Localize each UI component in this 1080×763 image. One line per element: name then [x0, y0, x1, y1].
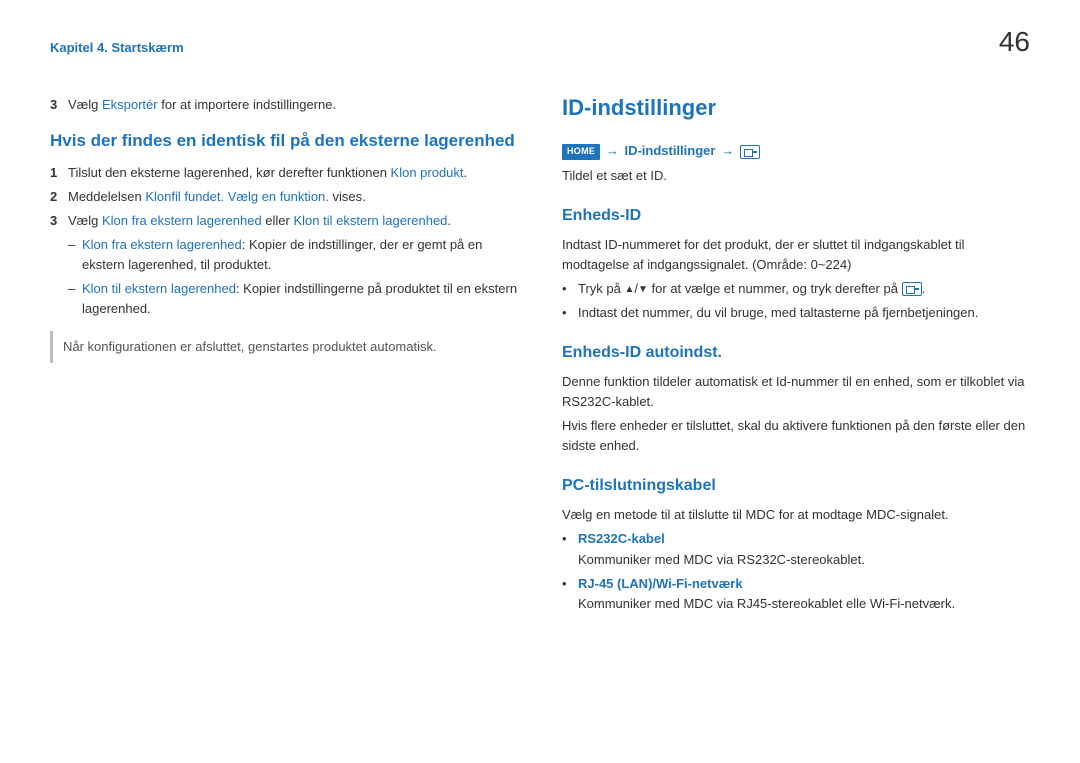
subheading-identical-file: Hvis der findes en identisk fil på den e… [50, 128, 518, 154]
chapter-label: Kapitel 4. Startskærm [50, 20, 184, 58]
link-eksporter: Eksportér [102, 97, 158, 112]
select-remote-icon [740, 145, 760, 159]
text: for at importere indstillingerne. [158, 97, 336, 112]
page-number: 46 [999, 20, 1030, 63]
heading-id-indstillinger: ID-indstillinger [562, 91, 1030, 125]
step-number: 2 [50, 187, 68, 207]
bullet-number-keys: • Indtast det nummer, du vil bruge, med … [562, 303, 1030, 323]
bullet-body: RS232C-kabel Kommuniker med MDC via RS23… [578, 529, 1030, 569]
paragraph: Hvis flere enheder er tilsluttet, skal d… [562, 416, 1030, 456]
option-desc: Kommuniker med MDC via RS232C-stereokabl… [578, 552, 865, 567]
note-autorestart: Når konfigurationen er afsluttet, gensta… [50, 331, 518, 363]
text: . [464, 165, 468, 180]
bullet-rj45: • RJ-45 (LAN)/Wi-Fi-netværk Kommuniker m… [562, 574, 1030, 614]
step-number: 1 [50, 163, 68, 183]
paragraph: Vælg en metode til at tilslutte til MDC … [562, 505, 1030, 525]
bullet-body: Tryk på ▲/▼ for at vælge et nummer, og t… [578, 279, 1030, 299]
paragraph: Denne funktion tildeler automatisk et Id… [562, 372, 1030, 412]
page-header: Kapitel 4. Startskærm 46 [50, 20, 1030, 63]
step-body: Tilslut den eksterne lagerenhed, kør der… [68, 163, 518, 183]
heading-enheds-id: Enheds-ID [562, 204, 1030, 229]
text: Tryk på [578, 281, 624, 296]
note-text: Når konfigurationen er afsluttet, gensta… [63, 339, 437, 354]
bullet-rs232c: • RS232C-kabel Kommuniker med MDC via RS… [562, 529, 1030, 569]
dash-icon: – [68, 279, 82, 319]
bullet-icon: • [562, 574, 578, 614]
bullet-body: Indtast det nummer, du vil bruge, med ta… [578, 303, 1030, 323]
step-number: 3 [50, 211, 68, 231]
step-body: Vælg Klon fra ekstern lagerenhed eller K… [68, 211, 518, 231]
link-klon-til-ekstern: Klon til ekstern lagerenhed [82, 281, 236, 296]
arrow-icon: → [604, 143, 621, 158]
step-3: 3 Vælg Klon fra ekstern lagerenhed eller… [50, 211, 518, 231]
bullet-icon: • [562, 279, 578, 299]
sub-body: Klon fra ekstern lagerenhed: Kopier de i… [82, 235, 518, 275]
arrow-icon: → [719, 143, 736, 158]
home-chip-icon: HOME [562, 144, 600, 160]
step-body: Vælg Eksportér for at importere indstill… [68, 95, 518, 115]
content-columns: 3 Vælg Eksportér for at importere indsti… [50, 91, 1030, 618]
bullet-icon: • [562, 529, 578, 569]
text: . [447, 213, 451, 228]
bullet-arrows: • Tryk på ▲/▼ for at vælge et nummer, og… [562, 279, 1030, 299]
sub-klon-til: – Klon til ekstern lagerenhed: Kopier in… [68, 279, 518, 319]
option-desc: Kommuniker med MDC via RJ45-stereokablet… [578, 596, 955, 611]
link-klon-fra: Klon fra ekstern lagerenhed [102, 213, 262, 228]
text: Vælg [68, 213, 102, 228]
down-arrow-icon: ▼ [638, 284, 648, 295]
text: Vælg [68, 97, 102, 112]
step-number: 3 [50, 95, 68, 115]
text: Meddelelsen [68, 189, 145, 204]
step-1: 1 Tilslut den eksterne lagerenhed, kør d… [50, 163, 518, 183]
breadcrumb: HOME → ID-indstillinger → [562, 141, 1030, 161]
bullet-body: RJ-45 (LAN)/Wi-Fi-netværk Kommuniker med… [578, 574, 1030, 614]
text: eller [262, 213, 294, 228]
sub-body: Klon til ekstern lagerenhed: Kopier inds… [82, 279, 518, 319]
paragraph: Indtast ID-nummeret for det produkt, der… [562, 235, 1030, 275]
link-klon-produkt: Klon produkt [391, 165, 464, 180]
link-klonfil-fundet: Klonfil fundet. Vælg en funktion. [145, 189, 329, 204]
up-arrow-icon: ▲ [624, 284, 634, 295]
crumb-id-indstillinger: ID-indstillinger [624, 143, 715, 158]
sub-klon-fra: – Klon fra ekstern lagerenhed: Kopier de… [68, 235, 518, 275]
text: vises. [329, 189, 366, 204]
text: Tilslut den eksterne lagerenhed, kør der… [68, 165, 391, 180]
select-remote-icon [902, 282, 922, 296]
step-2: 2 Meddelelsen Klonfil fundet. Vælg en fu… [50, 187, 518, 207]
dash-icon: – [68, 235, 82, 275]
heading-pc-kabel: PC-tilslutningskabel [562, 474, 1030, 499]
text: . [922, 281, 926, 296]
link-klon-til: Klon til ekstern lagerenhed [293, 213, 447, 228]
link-klon-fra-ekstern: Klon fra ekstern lagerenhed [82, 237, 242, 252]
bullet-icon: • [562, 303, 578, 323]
crumb-description: Tildel et sæt et ID. [562, 166, 1030, 186]
step-body: Meddelelsen Klonfil fundet. Vælg en funk… [68, 187, 518, 207]
option-rs232c: RS232C-kabel [578, 531, 665, 546]
heading-enheds-id-auto: Enheds-ID autoindst. [562, 341, 1030, 366]
option-rj45-wifi: RJ-45 (LAN)/Wi-Fi-netværk [578, 576, 743, 591]
right-column: ID-indstillinger HOME → ID-indstillinger… [562, 91, 1030, 618]
left-column: 3 Vælg Eksportér for at importere indsti… [50, 91, 518, 618]
text: for at vælge et nummer, og tryk derefter… [648, 281, 902, 296]
step-3-export: 3 Vælg Eksportér for at importere indsti… [50, 95, 518, 115]
